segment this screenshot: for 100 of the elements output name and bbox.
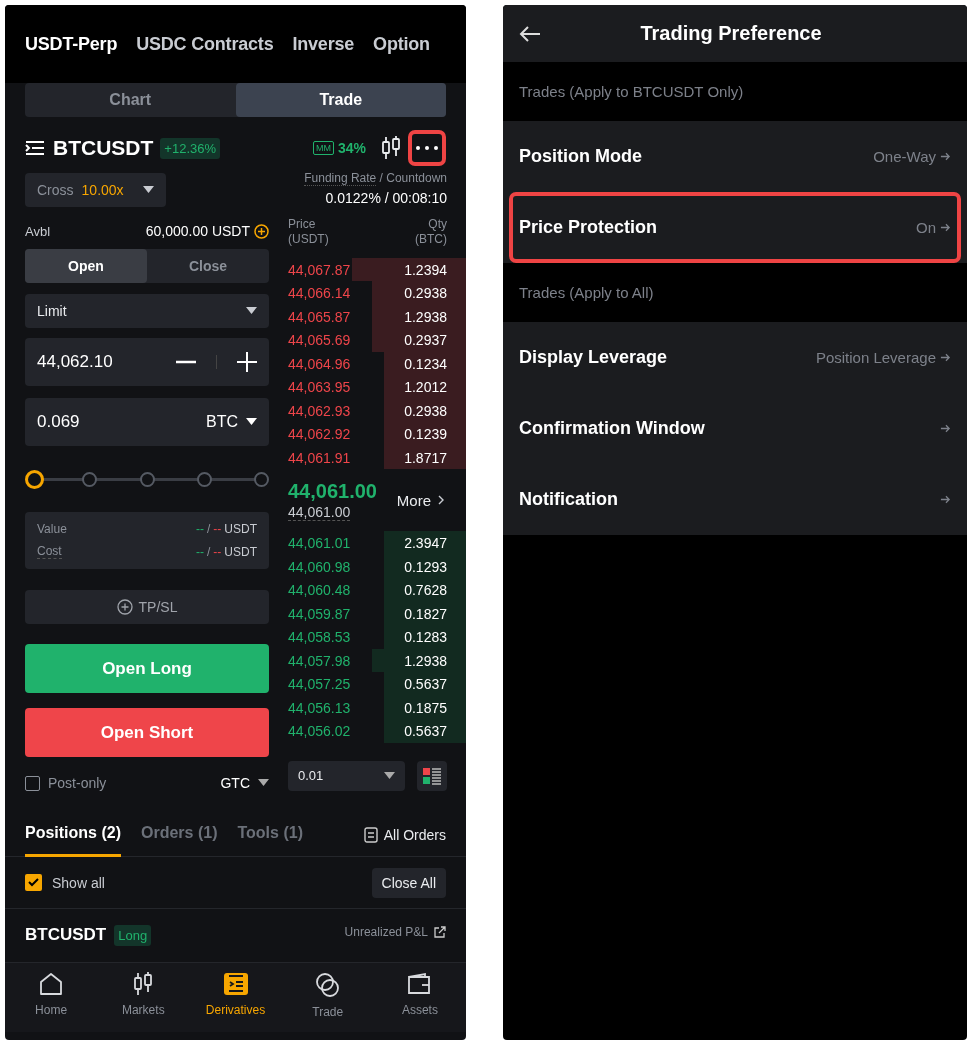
view-tab[interactable]: Trade [235,83,446,117]
bid-quantity: 1.2938 [404,652,447,669]
check-icon [28,878,39,887]
nav-item[interactable]: Assets [373,963,466,1032]
view-tab[interactable]: Chart [25,83,236,117]
slider-thumb[interactable] [25,470,44,489]
caret-icon [246,307,257,315]
available-label: Avbl [25,223,51,239]
order-type-dropdown[interactable]: Limit [25,294,269,328]
close-all-button[interactable]: Close All [371,867,446,898]
bid-quantity: 0.1293 [404,558,447,575]
summary-value: / [207,544,211,559]
side-tab[interactable]: Close [147,249,269,283]
price-field[interactable]: 44,062.10 [25,338,269,386]
caret-icon [143,186,154,194]
mm-label: MM [312,141,334,155]
nav-item[interactable]: Markets [97,963,190,1032]
summary-label: Cost [37,544,62,559]
amount-slider[interactable] [25,470,269,488]
nav-item[interactable]: Home [5,963,98,1032]
preference-item[interactable]: Display Leverage Position Leverage [509,322,961,393]
available-balance: 60,000.00 USDT [145,223,250,239]
bid-price: 44,056.02 [288,723,351,740]
arrow-right-icon [940,151,951,162]
quantity-field[interactable]: 0.069 BTC [25,398,269,446]
market-tab[interactable]: Option [373,33,430,55]
ask-quantity: 1.2012 [404,379,447,396]
back-icon[interactable] [519,24,541,43]
bid-price: 44,056.13 [288,699,351,716]
arrow-right-icon [940,352,951,363]
ask-quantity: 1.2938 [404,308,447,325]
price-unit: (USDT) [288,232,329,248]
position-symbol: BTCUSDT [25,925,107,945]
summary-value: -- [196,544,204,559]
mark-price: 44,061.00 [288,503,351,521]
position-tab[interactable]: Positions (2) [25,812,121,857]
summary-label: Value [37,522,67,536]
arrow-right-icon [940,494,951,505]
market-tab[interactable]: USDC Contracts [136,33,274,55]
add-icon[interactable] [254,223,269,239]
post-only-checkbox[interactable] [25,775,40,791]
symbol-name[interactable]: BTCUSDT [53,136,154,160]
arrow-right-icon [940,423,951,434]
last-price: 44,061.00 [288,479,377,503]
tpsl-button[interactable]: TP/SL [25,590,269,624]
chevron-right-icon [437,495,445,506]
ask-price: 44,063.95 [288,379,351,396]
funding-label: Funding Rate / Countdown [303,171,448,187]
preference-item[interactable]: Notification [509,464,961,535]
time-in-force[interactable]: GTC [220,775,250,791]
bid-quantity: 0.5637 [404,676,447,693]
preference-item[interactable]: Confirmation Window [509,393,961,464]
home-icon [38,971,65,997]
bid-quantity: 0.1283 [404,629,447,646]
circles-icon [313,971,342,999]
preference-item[interactable]: Position Mode One-Way [509,121,961,192]
ask-quantity: 0.1234 [404,355,447,372]
summary-value: / [207,522,211,536]
mm-value: 34% [337,140,366,156]
margin-dropdown[interactable]: Cross 10.00x [25,173,166,207]
summary-value: -- [196,522,204,536]
nav-item[interactable]: Derivatives [189,963,282,1032]
more-icon [416,146,438,150]
book-layout-button[interactable] [417,760,447,791]
bid-quantity: 2.3947 [404,535,447,552]
pnl-label: Unrealized P&L [344,925,428,939]
summary-value: -- [213,544,222,559]
tick-size-dropdown[interactable]: 0.01 [288,760,405,791]
bid-quantity: 0.7628 [404,582,447,599]
ask-quantity: 1.2394 [404,261,447,278]
more-button[interactable] [408,130,446,166]
show-all-checkbox[interactable] [25,874,42,891]
caret-icon [384,771,395,780]
position-tab[interactable]: Orders (1) [141,812,218,857]
side-tab[interactable]: Open [25,249,147,283]
minus-icon[interactable] [176,360,196,364]
ask-quantity: 1.8717 [404,449,447,466]
nav-item[interactable]: Trade [281,963,374,1032]
preference-item[interactable]: Price Protection On [509,192,961,263]
menu-icon[interactable] [25,140,45,156]
more-link[interactable]: More [396,491,445,509]
caret-icon [246,418,257,426]
layout-icon [422,765,442,786]
bid-price: 44,057.25 [288,676,351,693]
screen-title: Trading Preference [639,22,823,45]
position-tab[interactable]: Tools (1) [237,812,303,857]
bid-price: 44,061.01 [288,535,351,552]
plus-icon[interactable] [237,352,257,372]
share-icon[interactable] [434,926,446,938]
funding-value: 0.0122% / 00:08:10 [324,188,448,207]
bid-price: 44,060.98 [288,558,351,575]
ask-quantity: 0.2937 [404,332,447,349]
price-header: Price [288,216,317,233]
market-tab[interactable]: USDT-Perp [25,33,118,55]
open-short-button[interactable]: Open Short [25,708,269,757]
bid-price: 44,060.48 [288,582,351,599]
ask-price: 44,066.14 [288,285,351,302]
market-tab[interactable]: Inverse [292,33,355,55]
all-orders-link[interactable]: All Orders [363,826,446,843]
qty-unit: (BTC) [415,232,447,248]
